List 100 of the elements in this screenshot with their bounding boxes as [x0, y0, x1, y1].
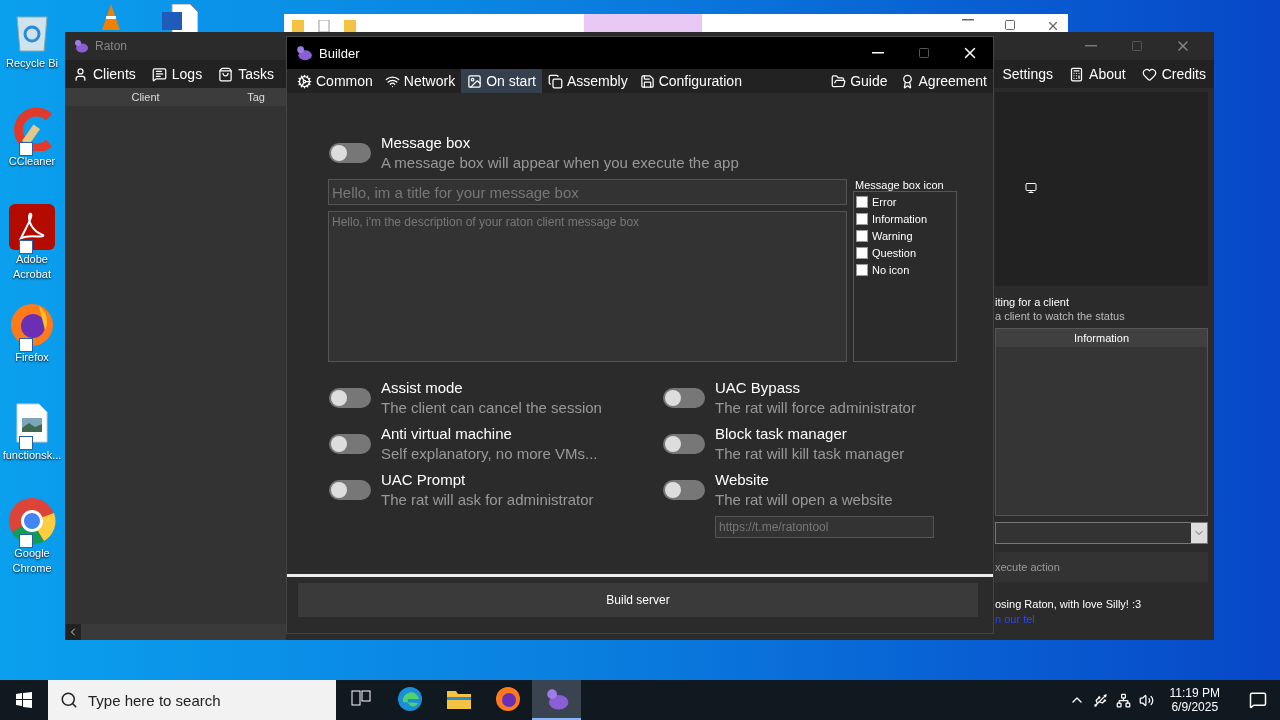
group-label: Message box icon: [855, 179, 945, 191]
network-icon[interactable]: [1115, 692, 1131, 708]
link-button[interactable]: Agreement: [893, 69, 993, 93]
wifi-icon: [384, 73, 400, 89]
nav-item[interactable]: Clients: [65, 60, 144, 88]
rat-icon: [73, 38, 89, 54]
search-field[interactable]: Type here to search: [48, 680, 336, 720]
toggle-switch[interactable]: [329, 434, 371, 454]
execute-action-button[interactable]: xecute action: [995, 552, 1208, 582]
taskbar-app[interactable]: [532, 680, 581, 720]
toggle-switch[interactable]: [663, 480, 705, 500]
column-header[interactable]: Tag: [226, 91, 286, 103]
nav-item[interactable]: Tasks: [210, 60, 282, 88]
checkbox[interactable]: [856, 247, 868, 259]
option-title: UAC Prompt: [381, 470, 467, 490]
date-text: 6/9/2025: [1171, 700, 1219, 714]
folder-icon: [831, 73, 847, 89]
desktop-icon-label: Adobe Acrobat: [12, 252, 52, 282]
checkbox[interactable]: [856, 264, 868, 276]
checkbox-label: Information: [872, 213, 928, 225]
option-title: UAC Bypass: [715, 378, 802, 398]
nav-item[interactable]: Credits: [1133, 60, 1214, 88]
option-description: The rat will open a website: [715, 490, 893, 510]
desktop-icon-label: functionsk...: [2, 448, 62, 463]
rat-icon: [295, 44, 313, 62]
notifications-icon: [1249, 691, 1267, 709]
checkbox[interactable]: [856, 230, 868, 242]
maximize-icon: [918, 47, 930, 59]
tab[interactable]: Assembly: [541, 69, 634, 93]
usb-icon[interactable]: [1092, 692, 1108, 708]
desktop-icon-label: Firefox: [15, 350, 49, 365]
column-header[interactable]: Information: [996, 329, 1207, 347]
user-icon: [73, 66, 88, 82]
option-title: Message box: [381, 133, 472, 153]
monitor-icon: [1025, 182, 1037, 194]
build-server-button[interactable]: Build server: [298, 583, 978, 617]
toggle-switch[interactable]: [329, 480, 371, 500]
volume-icon[interactable]: [1138, 692, 1154, 708]
minimize-icon: [962, 19, 974, 21]
status-text: a client to watch the status: [995, 310, 1126, 322]
checkbox[interactable]: [856, 196, 868, 208]
option-title: Assist mode: [381, 378, 464, 398]
tab[interactable]: Configuration: [633, 69, 748, 93]
checkbox-label: Warning: [872, 230, 913, 242]
window-title: Raton: [95, 39, 128, 53]
search-icon: [60, 691, 78, 709]
acrobat-icon[interactable]: [7, 202, 57, 252]
option-title: Website: [715, 470, 770, 490]
desktop-icon-label: Recycle Bi: [6, 56, 58, 71]
folder-icon: [445, 688, 472, 710]
description-textarea[interactable]: Hello, i'm the description of your raton client message box: [328, 211, 847, 362]
action-dropdown[interactable]: [995, 522, 1208, 544]
ribbon-tab[interactable]: [584, 14, 702, 34]
windows-icon: [16, 692, 32, 708]
copy-icon: [547, 73, 563, 89]
status-title: iting for a client: [995, 296, 1070, 308]
tab[interactable]: On start: [461, 69, 542, 93]
option-description: The rat will kill task manager: [715, 444, 905, 464]
link-button[interactable]: Guide: [825, 69, 894, 93]
nav-item[interactable]: Settings: [994, 60, 1062, 88]
chrome-icon[interactable]: [7, 496, 57, 546]
option-description: A message box will appear when you execute the app: [381, 153, 739, 173]
folder-icon: [344, 20, 356, 32]
minimize-icon: [1085, 45, 1097, 47]
checkbox-label: Error: [872, 196, 897, 208]
checkbox-label: No icon: [872, 264, 910, 276]
horizontal-scrollbar[interactable]: [65, 624, 286, 640]
bag-icon: [218, 66, 234, 82]
maximize-icon[interactable]: [1004, 19, 1016, 31]
calculator-icon: [1069, 66, 1085, 82]
title-input[interactable]: Hello, im a title for your message box: [328, 179, 847, 205]
tab[interactable]: Network: [378, 69, 462, 93]
desktop-icon-label: Google Chrome: [11, 546, 53, 576]
option-description: The rat will ask for administrator: [381, 490, 594, 510]
time-text: 11:19 PM: [1169, 686, 1220, 700]
edge-icon: [396, 686, 423, 712]
option-title: Block task manager: [715, 424, 848, 444]
nav-item[interactable]: About: [1061, 60, 1134, 88]
toggle-switch[interactable]: [663, 388, 705, 408]
task-view-icon: [350, 690, 371, 708]
save-icon: [639, 73, 655, 89]
gear-icon: [297, 73, 312, 89]
window-title: Builder: [319, 45, 360, 61]
footer-text: osing Raton, with love Silly! :3: [995, 598, 1143, 610]
nav-item[interactable]: Logs: [143, 60, 211, 88]
clock[interactable]: 11:19 PM 6/9/2025: [1161, 686, 1228, 714]
maximize-icon: [1131, 40, 1143, 52]
toggle-switch[interactable]: [663, 434, 705, 454]
close-icon[interactable]: [1046, 19, 1060, 33]
tab[interactable]: Common: [291, 69, 379, 93]
toggle-switch[interactable]: [329, 388, 371, 408]
column-header[interactable]: Client: [65, 91, 226, 103]
heart-icon: [1141, 66, 1157, 82]
option-description: The client can cancel the session: [381, 398, 602, 418]
option-description: Self explanatory, no more VMs...: [381, 444, 598, 464]
url-input[interactable]: https://t.me/ratontool: [715, 516, 934, 538]
checkbox[interactable]: [856, 213, 868, 225]
image-icon: [467, 73, 483, 89]
option-description: The rat will force administrator: [715, 398, 916, 418]
toggle-switch[interactable]: [329, 143, 371, 163]
